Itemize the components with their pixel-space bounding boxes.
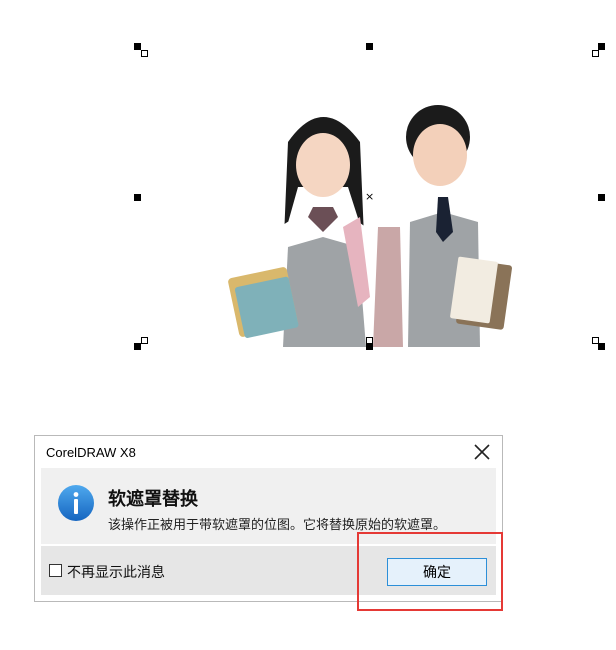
- info-icon: [58, 485, 94, 521]
- dialog-content: 软遮罩替换 该操作正被用于带软遮罩的位图。它将替换原始的软遮罩。: [41, 468, 496, 544]
- dialog-heading: 软遮罩替换: [108, 489, 198, 509]
- dont-show-again-checkbox[interactable]: [49, 564, 62, 577]
- selection-node-top-left[interactable]: [141, 50, 148, 57]
- close-button[interactable]: [470, 440, 494, 464]
- soft-mask-dialog: CorelDRAW X8 软遮罩替换 该操作正被用于带软遮罩的位图。它将替换原始…: [34, 435, 503, 602]
- dialog-footer: 不再显示此消息 确定: [41, 546, 496, 595]
- dialog-title: CorelDRAW X8: [46, 445, 136, 460]
- selection-node-top-right[interactable]: [592, 50, 599, 57]
- ok-button[interactable]: 确定: [387, 558, 487, 586]
- selection-handle-top-right[interactable]: [598, 43, 605, 50]
- rotation-center-marker[interactable]: ×: [365, 191, 374, 202]
- selection-handle-bottom-right[interactable]: [598, 343, 605, 350]
- selection-handle-top-left[interactable]: [134, 43, 141, 50]
- selection-node-bottom-right[interactable]: [592, 337, 599, 344]
- selection-node-bottom-center[interactable]: [366, 337, 373, 344]
- selection-handle-bottom-left[interactable]: [134, 343, 141, 350]
- dont-show-again-label[interactable]: 不再显示此消息: [67, 562, 165, 582]
- selection-handle-middle-right[interactable]: [598, 194, 605, 201]
- dialog-message: 该操作正被用于带软遮罩的位图。它将替换原始的软遮罩。: [108, 517, 447, 532]
- selection-node-bottom-left[interactable]: [141, 337, 148, 344]
- close-icon: [474, 444, 490, 460]
- dialog-title-bar[interactable]: CorelDRAW X8: [35, 436, 502, 468]
- selection-handle-bottom-center[interactable]: [366, 343, 373, 350]
- selection-handle-middle-left[interactable]: [134, 194, 141, 201]
- selection-handle-top-center[interactable]: [366, 43, 373, 50]
